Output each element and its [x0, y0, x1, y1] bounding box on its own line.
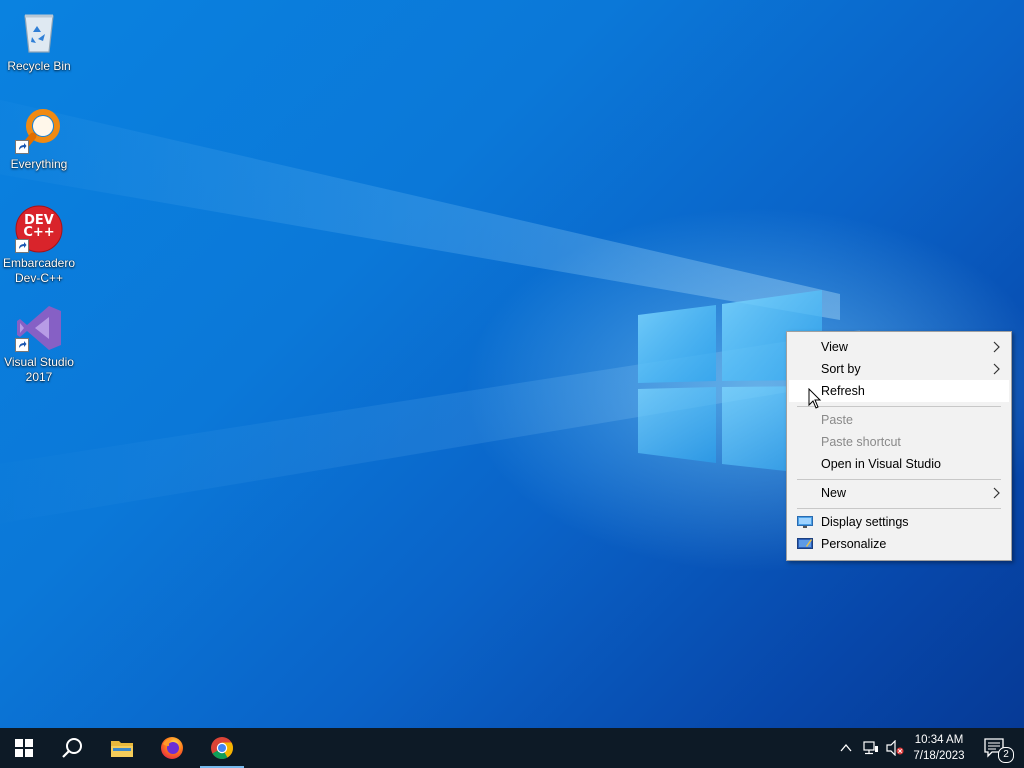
menu-item-label: New	[821, 486, 847, 500]
chevron-right-icon	[993, 487, 1000, 499]
recycle-bin-icon	[15, 8, 63, 56]
menu-separator	[797, 406, 1001, 407]
desktop-context-menu: View Sort by Refresh Paste Paste shortcu…	[786, 331, 1012, 561]
menu-item-paste-shortcut[interactable]: Paste shortcut	[789, 431, 1009, 453]
shortcut-arrow-icon	[15, 140, 29, 154]
chevron-right-icon	[993, 363, 1000, 375]
light-beam-top	[0, 86, 840, 320]
firefox-icon	[161, 737, 183, 759]
shortcut-arrow-icon	[15, 239, 29, 253]
menu-separator	[797, 479, 1001, 480]
menu-item-label: Open in Visual Studio	[821, 457, 941, 471]
menu-item-label: Display settings	[821, 515, 909, 529]
chevron-up-icon[interactable]	[840, 743, 852, 753]
menu-item-label: Paste shortcut	[821, 435, 901, 449]
start-button[interactable]	[0, 728, 48, 768]
personalize-icon	[797, 538, 813, 549]
menu-item-label: Paste	[821, 413, 853, 427]
menu-item-open-in-visual-studio[interactable]: Open in Visual Studio	[789, 453, 1009, 475]
file-explorer-button[interactable]	[98, 728, 146, 768]
chevron-right-icon	[993, 341, 1000, 353]
menu-item-view[interactable]: View	[789, 336, 1009, 358]
menu-item-refresh[interactable]: Refresh	[789, 380, 1009, 402]
clock-date: 7/18/2023	[913, 750, 965, 762]
desktop-icon-visual-studio[interactable]: Visual Studio 2017	[1, 304, 77, 385]
desktop-icon-label: Embarcadero Dev-C++	[2, 256, 76, 285]
search-icon	[62, 738, 82, 758]
dev-cpp-icon: DEV C++	[15, 205, 63, 253]
shortcut-arrow-icon	[15, 338, 29, 352]
visual-studio-icon	[15, 304, 63, 352]
desktop-icon-dev-cpp[interactable]: DEV C++ Embarcadero Dev-C++	[1, 205, 77, 286]
chrome-icon	[211, 737, 233, 759]
folder-icon	[111, 741, 133, 757]
windows-start-icon	[15, 739, 33, 757]
menu-item-sort-by[interactable]: Sort by	[789, 358, 1009, 380]
notification-center-button[interactable]: 2	[972, 728, 1018, 768]
chrome-button[interactable]	[198, 728, 246, 768]
network-icon[interactable]	[863, 741, 879, 755]
menu-item-label: Sort by	[821, 362, 861, 376]
desktop-icon-label: Everything	[10, 157, 68, 171]
menu-item-label: Refresh	[821, 384, 865, 398]
desktop-icon-label: Recycle Bin	[7, 59, 71, 73]
volume-muted-icon[interactable]	[886, 740, 904, 756]
menu-item-paste[interactable]: Paste	[789, 409, 1009, 431]
display-settings-icon	[797, 516, 813, 528]
desktop-icon-recycle-bin[interactable]: Recycle Bin	[1, 8, 77, 74]
menu-item-label: View	[821, 340, 848, 354]
dev-cpp-logo-text: DEV C++	[23, 213, 55, 240]
everything-search-icon	[15, 106, 63, 154]
taskbar-clock[interactable]: 10:34 AM 7/18/2023	[906, 732, 972, 764]
clock-time: 10:34 AM	[914, 734, 964, 746]
desktop-icon-everything[interactable]: Everything	[1, 106, 77, 172]
menu-item-new[interactable]: New	[789, 482, 1009, 504]
desktop-background[interactable]: Recycle Bin Everything DEV C++ Embarcade…	[0, 0, 1024, 728]
taskbar: 10:34 AM 7/18/2023 2	[0, 728, 1024, 768]
menu-item-label: Personalize	[821, 537, 887, 551]
desktop-icon-label: Visual Studio 2017	[4, 355, 74, 384]
menu-separator	[797, 508, 1001, 509]
notification-count-badge: 2	[998, 747, 1014, 763]
firefox-button[interactable]	[148, 728, 196, 768]
menu-item-display-settings[interactable]: Display settings	[789, 511, 1009, 533]
search-button[interactable]	[48, 728, 96, 768]
menu-item-personalize[interactable]: Personalize	[789, 533, 1009, 555]
